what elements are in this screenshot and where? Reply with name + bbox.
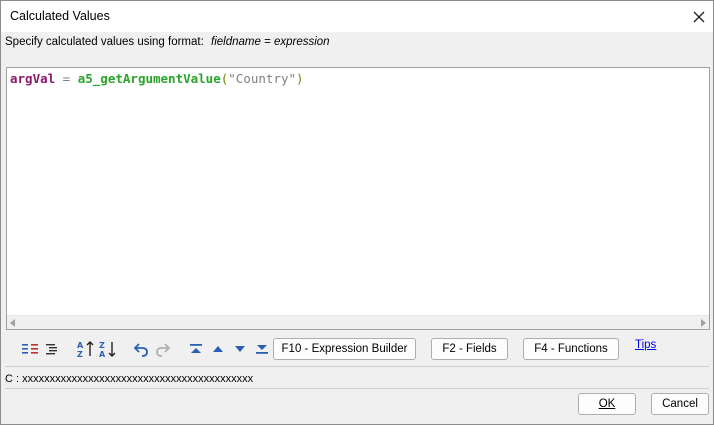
instruction-text: Specify calculated values using format: (5, 36, 204, 48)
move-to-top-icon (190, 344, 202, 353)
move-up-icon (213, 346, 223, 352)
scroll-left-icon[interactable] (10, 319, 15, 327)
expression-editor[interactable]: argVal = a5_getArgumentValue("Country") (6, 67, 710, 330)
scroll-right-icon[interactable] (701, 319, 706, 327)
sort-ascending-button[interactable]: A Z (76, 340, 96, 358)
svg-text:Z: Z (77, 350, 83, 358)
code-close-paren: ) (296, 71, 304, 86)
instruction-line: Specify calculated values using format: … (5, 36, 330, 48)
ok-label: OK (598, 398, 616, 410)
undo-icon (133, 343, 148, 357)
svg-text:A: A (77, 341, 84, 350)
fields-button[interactable]: F2 - Fields (431, 338, 508, 360)
sort-descending-button[interactable]: Z A (98, 340, 118, 358)
svg-text:A: A (99, 350, 106, 358)
move-to-bottom-button[interactable] (252, 340, 272, 358)
redo-button[interactable] (153, 340, 173, 358)
status-text: C : xxxxxxxxxxxxxxxxxxxxxxxxxxxxxxxxxxxx… (5, 373, 254, 385)
sort-ascending-icon: A Z (77, 341, 94, 358)
comment-lines-icon (22, 344, 38, 354)
functions-button[interactable]: F4 - Functions (523, 338, 619, 360)
indent-lines-button[interactable] (42, 340, 62, 358)
cancel-button[interactable]: Cancel (651, 393, 709, 415)
move-to-bottom-icon (256, 345, 268, 354)
comment-lines-button[interactable] (20, 340, 40, 358)
code-argument: "Country" (228, 71, 296, 86)
code-variable: argVal (10, 71, 56, 86)
calculated-values-dialog: Calculated Values Specify calculated val… (0, 0, 714, 425)
separator-top (5, 366, 709, 367)
cancel-label: Cancel (662, 398, 698, 410)
redo-icon (156, 343, 171, 357)
move-up-button[interactable] (208, 340, 228, 358)
ok-button[interactable]: OK (578, 393, 636, 415)
indent-lines-icon (46, 344, 57, 355)
sort-descending-icon: Z A (99, 341, 116, 358)
expression-builder-button[interactable]: F10 - Expression Builder (273, 338, 416, 360)
horizontal-scrollbar[interactable] (7, 315, 709, 329)
code-operator: = (55, 71, 78, 86)
window-title: Calculated Values (10, 9, 110, 23)
undo-button[interactable] (131, 340, 151, 358)
separator-bottom (5, 388, 709, 389)
code-function: a5_getArgumentValue (77, 71, 221, 86)
move-down-button[interactable] (230, 340, 250, 358)
format-example: fieldname = expression (211, 36, 330, 48)
close-icon (693, 11, 705, 23)
tips-link[interactable]: Tips (635, 339, 656, 351)
title-bar: Calculated Values (1, 1, 713, 32)
move-down-icon (235, 346, 245, 352)
close-button[interactable] (685, 5, 713, 29)
move-to-top-button[interactable] (186, 340, 206, 358)
code-line: argVal = a5_getArgumentValue("Country") (10, 71, 304, 86)
svg-text:Z: Z (99, 341, 105, 350)
